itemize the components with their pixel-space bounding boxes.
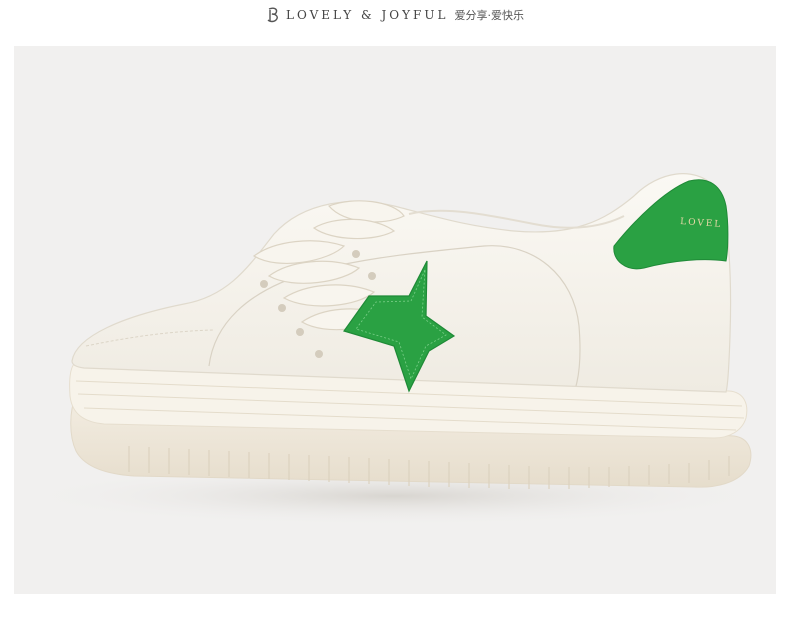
product-photo: LOVEL	[14, 46, 776, 594]
sneaker-illustration: LOVEL	[14, 173, 774, 526]
brand-logo-icon	[267, 7, 278, 23]
brand-name: LOVELY & JOYFUL	[286, 8, 449, 22]
brand-slogan: 爱分享·爱快乐	[454, 9, 524, 22]
brand-header: LOVELY & JOYFUL 爱分享·爱快乐	[0, 0, 790, 30]
